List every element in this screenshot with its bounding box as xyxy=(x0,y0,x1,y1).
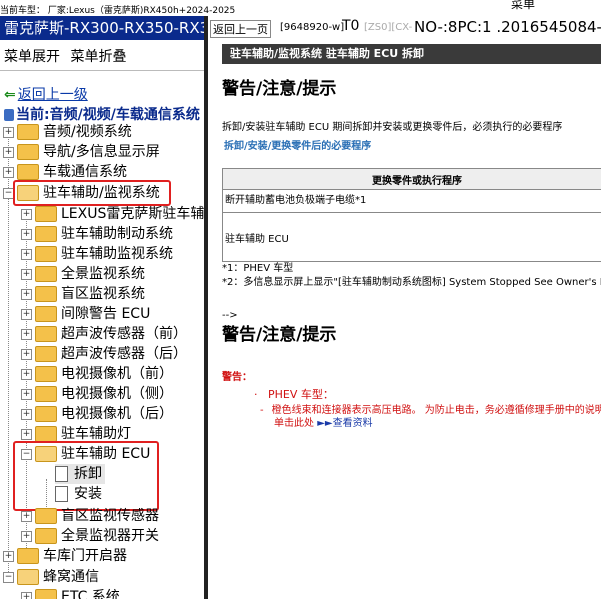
subheading: 拆卸/安装/更换零件后的必要程序 xyxy=(224,141,372,152)
folder-icon xyxy=(17,124,39,140)
warning-label: 警告： xyxy=(222,372,252,383)
tree-item[interactable]: + 电视摄像机（侧） xyxy=(21,384,173,404)
expand-icon[interactable]: + xyxy=(21,408,32,420)
table-header: 更换零件或执行程序 xyxy=(222,168,601,190)
procedure-table: 更换零件或执行程序 断开辅助蓄电池负极端子电缆*1 驻车辅助 ECU xyxy=(222,168,601,262)
left-nav-pane: 雷克萨斯-RX300-RX350-RX350h 菜单展开 菜单折叠 ⇐返回上一级… xyxy=(0,16,204,599)
expand-icon[interactable]: + xyxy=(21,308,32,320)
tree-toolbar: 菜单展开 菜单折叠 xyxy=(4,46,132,66)
model-title: 雷克萨斯-RX300-RX350-RX350h xyxy=(0,16,204,40)
heading-warning: 警告/注意/提示 xyxy=(222,79,337,99)
expand-icon[interactable]: + xyxy=(21,530,32,542)
folder-icon xyxy=(35,246,57,262)
back-arrow-icon: ⇐ xyxy=(4,87,16,103)
expand-icon[interactable]: + xyxy=(21,248,32,260)
footnote-2: *2：多信息显示屏上显示"[驻车辅助制动系统图标] System Stopped… xyxy=(222,277,601,288)
doc-t0: T0 xyxy=(342,18,360,34)
tree-item[interactable]: + 驻车辅助制动系统 xyxy=(21,224,173,244)
collapse-icon[interactable]: − xyxy=(3,571,14,583)
collapse-menu-button[interactable]: 菜单折叠 xyxy=(70,49,126,65)
folder-icon xyxy=(35,589,57,599)
folder-icon xyxy=(35,326,57,342)
tree-item[interactable]: + 驻车辅助监视系统 xyxy=(21,244,173,264)
folder-icon xyxy=(35,386,57,402)
folder-icon xyxy=(35,528,57,544)
tree-item[interactable]: + 车库门开启器 xyxy=(3,546,127,566)
folder-icon xyxy=(17,164,39,180)
expand-icon[interactable]: + xyxy=(3,166,14,178)
folder-icon xyxy=(35,306,57,322)
tree-item-expanded[interactable]: − 蜂窝通信 xyxy=(3,567,99,587)
doc-code: [9648920-w] xyxy=(280,22,345,33)
expand-icon[interactable]: + xyxy=(21,228,32,240)
doc-number: NO-:8PC:1 .2016545084- xyxy=(414,18,601,36)
intro-paragraph: 拆卸/安装驻车辅助 ECU 期间拆卸并安装或更换零件后，必须执行的必要程序 xyxy=(222,122,563,133)
divider xyxy=(0,70,204,71)
open-folder-icon xyxy=(17,569,39,585)
expand-icon[interactable]: + xyxy=(3,146,14,158)
tree-item[interactable]: + LEXUS雷克萨斯驻车辅助 xyxy=(21,204,204,224)
content-pane: 返回上一页 [9648920-w] T0 [ZS0][CX- NO-:8PC:1… xyxy=(208,16,601,599)
table-cell: 驻车辅助 ECU xyxy=(222,212,601,262)
tree-item[interactable]: + 间隙警告 ECU xyxy=(21,304,150,324)
top-bar: 当前车型： 厂家:Lexus（雷克萨斯)RX450h+2024-2025 菜单 xyxy=(0,0,601,16)
doc-zs: [ZS0][CX- xyxy=(364,22,413,33)
expand-icon[interactable]: + xyxy=(21,288,32,300)
folder-icon xyxy=(17,548,39,564)
tree-item[interactable]: + 超声波传感器（前） xyxy=(21,324,187,344)
tree-item[interactable]: + 音频/视频系统 xyxy=(3,122,132,142)
content-header: 返回上一页 [9648920-w] T0 [ZS0][CX- NO-:8PC:1… xyxy=(208,16,601,38)
tree-item[interactable]: + 电视摄像机（前） xyxy=(21,364,173,384)
expand-icon[interactable]: + xyxy=(21,368,32,380)
tree-item[interactable]: + 全景监视系统 xyxy=(21,264,145,284)
folder-icon xyxy=(35,406,57,422)
expand-icon[interactable]: + xyxy=(21,348,32,360)
vehicle-info: 当前车型： 厂家:Lexus（雷克萨斯)RX450h+2024-2025 xyxy=(0,6,236,16)
expand-icon[interactable]: + xyxy=(21,388,32,400)
section-title-bar: 驻车辅助/监视系统 驻车辅助 ECU 拆卸 xyxy=(222,44,601,64)
table-cell: 断开辅助蓄电池负极端子电缆*1 xyxy=(222,189,601,213)
folder-icon xyxy=(35,226,57,242)
expand-icon[interactable]: + xyxy=(21,268,32,280)
expand-icon[interactable]: + xyxy=(3,550,14,562)
folder-icon xyxy=(35,286,57,302)
heading-warning-2: 警告/注意/提示 xyxy=(222,325,337,345)
tree-item[interactable]: + 电视摄像机（后） xyxy=(21,404,173,424)
folder-icon xyxy=(35,346,57,362)
menu-button[interactable]: 菜单 xyxy=(498,0,548,12)
tree-item[interactable]: + 导航/多信息显示屏 xyxy=(3,142,160,162)
current-path: 当前:音频/视频/车载通信系统 xyxy=(4,104,200,124)
folder-icon xyxy=(35,366,57,382)
folder-icon xyxy=(35,266,57,282)
view-info-link[interactable]: ►►查看资料 xyxy=(317,418,372,429)
footnote-1: *1：PHEV 车型 xyxy=(222,263,294,274)
tree-item[interactable]: + 车载通信系统 xyxy=(3,162,127,182)
folder-icon xyxy=(17,144,39,160)
bullet-item: · PHEV 车型： xyxy=(254,388,334,401)
tree-item[interactable]: + 超声波传感器（后） xyxy=(21,344,187,364)
tree-item[interactable]: + 全景监视器开关 xyxy=(21,526,159,546)
tree-item[interactable]: + 盲区监视系统 xyxy=(21,284,145,304)
expand-icon[interactable]: + xyxy=(3,126,14,138)
highlight-box xyxy=(13,441,159,511)
tree-item[interactable]: + ETC 系统 xyxy=(21,587,120,599)
warning-text: - 橙色线束和连接器表示高压电路。 为防止电击，务必遵循修理手册中的说明 单击此处… xyxy=(260,405,601,429)
car-icon xyxy=(4,109,14,121)
expand-icon[interactable]: + xyxy=(21,591,32,599)
expand-icon[interactable]: + xyxy=(21,428,32,440)
back-up-link[interactable]: ⇐ 返回上一级 xyxy=(4,84,88,104)
folder-icon xyxy=(35,206,57,222)
tree-item[interactable]: + 盲区监视传感器 xyxy=(21,506,159,526)
back-page-button[interactable]: 返回上一页 xyxy=(210,20,271,38)
expand-icon[interactable]: + xyxy=(21,328,32,340)
expand-icon[interactable]: + xyxy=(21,208,32,220)
highlight-box xyxy=(13,180,171,206)
expand-menu-button[interactable]: 菜单展开 xyxy=(4,49,60,65)
expand-icon[interactable]: + xyxy=(21,510,32,522)
folder-icon xyxy=(35,508,57,524)
folder-icon xyxy=(35,426,57,442)
footnotes: *1：PHEV 车型 *2：多信息显示屏上显示"[驻车辅助制动系统图标] Sys… xyxy=(222,262,601,290)
